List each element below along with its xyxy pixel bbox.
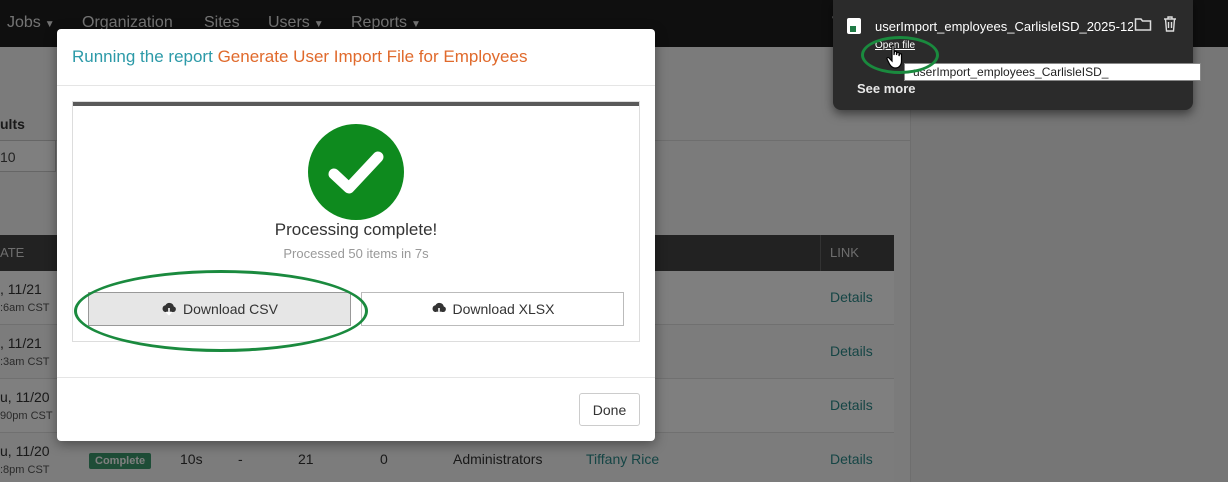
- hand-cursor-icon: [886, 44, 906, 75]
- report-modal: Running the report Generate User Import …: [57, 29, 655, 441]
- excel-file-icon: [847, 18, 861, 34]
- cloud-download-icon: [431, 302, 447, 319]
- status-message: Processing complete!: [274, 220, 438, 239]
- modal-footer: Done: [57, 377, 655, 441]
- download-filename[interactable]: userImport_employees_CarlisleISD_2025-12…: [875, 19, 1133, 34]
- modal-header: Running the report Generate User Import …: [57, 29, 655, 86]
- modal-title-report-name: Generate User Import File for Employees: [217, 47, 528, 66]
- see-more-link[interactable]: See more: [857, 81, 916, 96]
- modal-title: Running the report Generate User Import …: [72, 47, 527, 67]
- done-button[interactable]: Done: [579, 393, 640, 426]
- highlight-ellipse: [74, 270, 368, 352]
- trash-icon[interactable]: [1162, 15, 1178, 38]
- success-check-icon: [308, 124, 404, 220]
- progress-bar: [73, 102, 639, 106]
- download-xlsx-label: Download XLSX: [452, 301, 555, 317]
- modal-title-prefix: Running the report: [72, 47, 213, 66]
- download-xlsx-button[interactable]: Download XLSX: [361, 292, 624, 326]
- folder-icon[interactable]: [1134, 16, 1152, 37]
- status-detail: Processed 50 items in 7s: [283, 246, 429, 261]
- filename-tooltip: userImport_employees_CarlisleISD_: [904, 63, 1201, 81]
